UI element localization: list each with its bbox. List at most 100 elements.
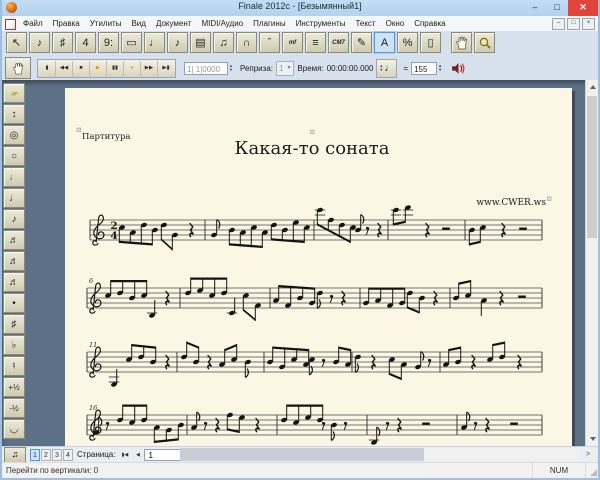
- prev-page-button[interactable]: ◀: [131, 448, 144, 462]
- page-layout-tool[interactable]: ▯: [420, 32, 441, 53]
- tie[interactable]: ◡: [3, 419, 25, 439]
- score-title-text[interactable]: Какая-то соната: [235, 138, 390, 159]
- zoom-tool[interactable]: [474, 32, 495, 53]
- simple-entry-tool[interactable]: ♩: [144, 32, 165, 53]
- view-preset-4[interactable]: 4: [63, 449, 73, 461]
- pause-button[interactable]: ▮▮: [107, 61, 124, 76]
- menu-item-midi-audio[interactable]: MIDI/Аудио: [196, 16, 248, 31]
- magnifier-icon: [478, 36, 492, 50]
- sixteenth-note[interactable]: ♬: [3, 230, 25, 250]
- rewind-button[interactable]: ◀◀: [56, 61, 73, 76]
- menu-item-text[interactable]: Текст: [350, 16, 380, 31]
- child-close-button[interactable]: ×: [582, 18, 595, 30]
- time-signature-tool[interactable]: 4: [75, 32, 96, 53]
- close-button[interactable]: ✕: [568, 0, 598, 16]
- quarter-note[interactable]: ♩: [3, 188, 25, 208]
- augmentation-dot[interactable]: •: [3, 293, 25, 313]
- tempo-unit-control[interactable]: ▲▼ ♩: [376, 59, 397, 78]
- tuplet-entry-button[interactable]: ♫: [4, 447, 26, 463]
- half-note[interactable]: ♩: [3, 167, 25, 187]
- smart-shape-tool[interactable]: ∩: [236, 32, 257, 53]
- play-button[interactable]: ▶: [90, 61, 107, 76]
- smart-playback-button[interactable]: [5, 57, 31, 79]
- title-handle[interactable]: [311, 130, 315, 134]
- menu-item-window[interactable]: Окно: [381, 16, 410, 31]
- part-name-handle[interactable]: [77, 128, 81, 132]
- whole-note[interactable]: ○: [3, 146, 25, 166]
- menu-item-tools[interactable]: Инструменты: [291, 16, 351, 31]
- eraser-tool[interactable]: ▰: [3, 83, 25, 103]
- status-message: Перейти по вертикали: 0: [6, 466, 98, 475]
- selection-tool[interactable]: ↖: [6, 32, 27, 53]
- speedy-entry-tool[interactable]: ♪: [167, 32, 188, 53]
- measure-tool[interactable]: ▭: [121, 32, 142, 53]
- chord-tool[interactable]: CM7: [328, 32, 349, 53]
- watermark-text[interactable]: www.CWER.ws: [476, 198, 546, 208]
- half-step-down[interactable]: -½: [3, 398, 25, 418]
- thirty-second-note[interactable]: ♬: [3, 251, 25, 271]
- menu-item-document[interactable]: Документ: [151, 16, 197, 31]
- tempo-note-spinner[interactable]: ▲▼: [379, 64, 383, 72]
- part-name-text[interactable]: Партитура: [82, 132, 131, 142]
- hand-grabber-tool[interactable]: [451, 32, 472, 53]
- measure-position-field[interactable]: 1| 1|0000: [184, 62, 228, 75]
- double-whole-note[interactable]: ◎: [3, 125, 25, 145]
- hscroll-right-button[interactable]: >: [582, 448, 594, 461]
- menu-item-utilities[interactable]: Утилиты: [85, 16, 127, 31]
- to-start-button[interactable]: ▮: [39, 61, 56, 76]
- view-preset-3[interactable]: 3: [52, 449, 62, 461]
- scroll-up-button[interactable]: [586, 80, 599, 94]
- resize-grip[interactable]: ◢: [590, 467, 597, 478]
- counter-spinner[interactable]: ▲▼: [229, 64, 233, 72]
- pitch-up-down-tool[interactable]: ↕: [3, 104, 25, 124]
- menu-item-file[interactable]: Файл: [18, 16, 48, 31]
- minimize-button[interactable]: –: [524, 0, 546, 16]
- sixty-fourth-note[interactable]: ♬: [3, 272, 25, 292]
- view-preset-1[interactable]: 1: [30, 449, 40, 461]
- window-title: Finale 2012c - [Безымянный1]: [2, 1, 598, 11]
- text-tool[interactable]: A: [374, 32, 395, 53]
- tuplet-tool[interactable]: ♫: [213, 32, 234, 53]
- clef-tool[interactable]: 9:: [98, 32, 119, 53]
- speaker-button[interactable]: [451, 62, 466, 75]
- first-page-button[interactable]: ▮◀: [118, 448, 131, 462]
- horizontal-scrollbar[interactable]: [180, 448, 580, 461]
- watermark-handle[interactable]: [548, 197, 552, 201]
- repeat-tool[interactable]: ≡: [305, 32, 326, 53]
- menu-item-plugins[interactable]: Плагины: [248, 16, 290, 31]
- repeat-dropdown[interactable]: 1▼: [276, 61, 294, 76]
- vertical-scroll-thumb[interactable]: [587, 96, 597, 238]
- menu-item-edit[interactable]: Правка: [48, 16, 85, 31]
- natural[interactable]: ♮: [3, 356, 25, 376]
- child-minimize-button[interactable]: –: [552, 18, 565, 30]
- resize-tool[interactable]: %: [397, 32, 418, 53]
- expression-tool[interactable]: mf: [282, 32, 303, 53]
- tempo-spinner[interactable]: ▲▼: [438, 64, 442, 72]
- view-preset-2[interactable]: 2: [41, 449, 51, 461]
- tempo-field[interactable]: 155: [411, 62, 437, 75]
- scroll-down-button[interactable]: [586, 432, 599, 446]
- stop-button[interactable]: ■: [73, 61, 90, 76]
- child-restore-button[interactable]: □: [567, 18, 580, 30]
- staff-tool[interactable]: ♪: [29, 32, 50, 53]
- menu-item-view[interactable]: Вид: [126, 16, 150, 31]
- horizontal-scroll-thumb[interactable]: [180, 448, 424, 461]
- menu-item-help[interactable]: Справка: [409, 16, 450, 31]
- maximize-button[interactable]: □: [546, 0, 568, 16]
- to-end-button[interactable]: ▶▮: [158, 61, 174, 76]
- flat[interactable]: ♭: [3, 335, 25, 355]
- hyperscribe-tool[interactable]: ▤: [190, 32, 211, 53]
- score-page[interactable]: ПартитураКакая-то сонатаwww.CWER.ws24611…: [65, 88, 572, 446]
- sharp[interactable]: ♯: [3, 314, 25, 334]
- forward-button[interactable]: ▶▶: [141, 61, 158, 76]
- articulation-tool[interactable]: ˆ: [259, 32, 280, 53]
- eighth-note[interactable]: ♪: [3, 209, 25, 229]
- special-tools[interactable]: ✎: [351, 32, 372, 53]
- chevron-down-icon: ▼: [286, 65, 291, 71]
- title-bar[interactable]: Finale 2012c - [Безымянный1] – □ ✕: [2, 0, 598, 16]
- page-label: Страница:: [77, 450, 115, 459]
- half-step-up[interactable]: +½: [3, 377, 25, 397]
- key-signature-tool[interactable]: ♯: [52, 32, 73, 53]
- vertical-scrollbar[interactable]: [585, 80, 598, 446]
- record-button[interactable]: ●: [124, 61, 141, 76]
